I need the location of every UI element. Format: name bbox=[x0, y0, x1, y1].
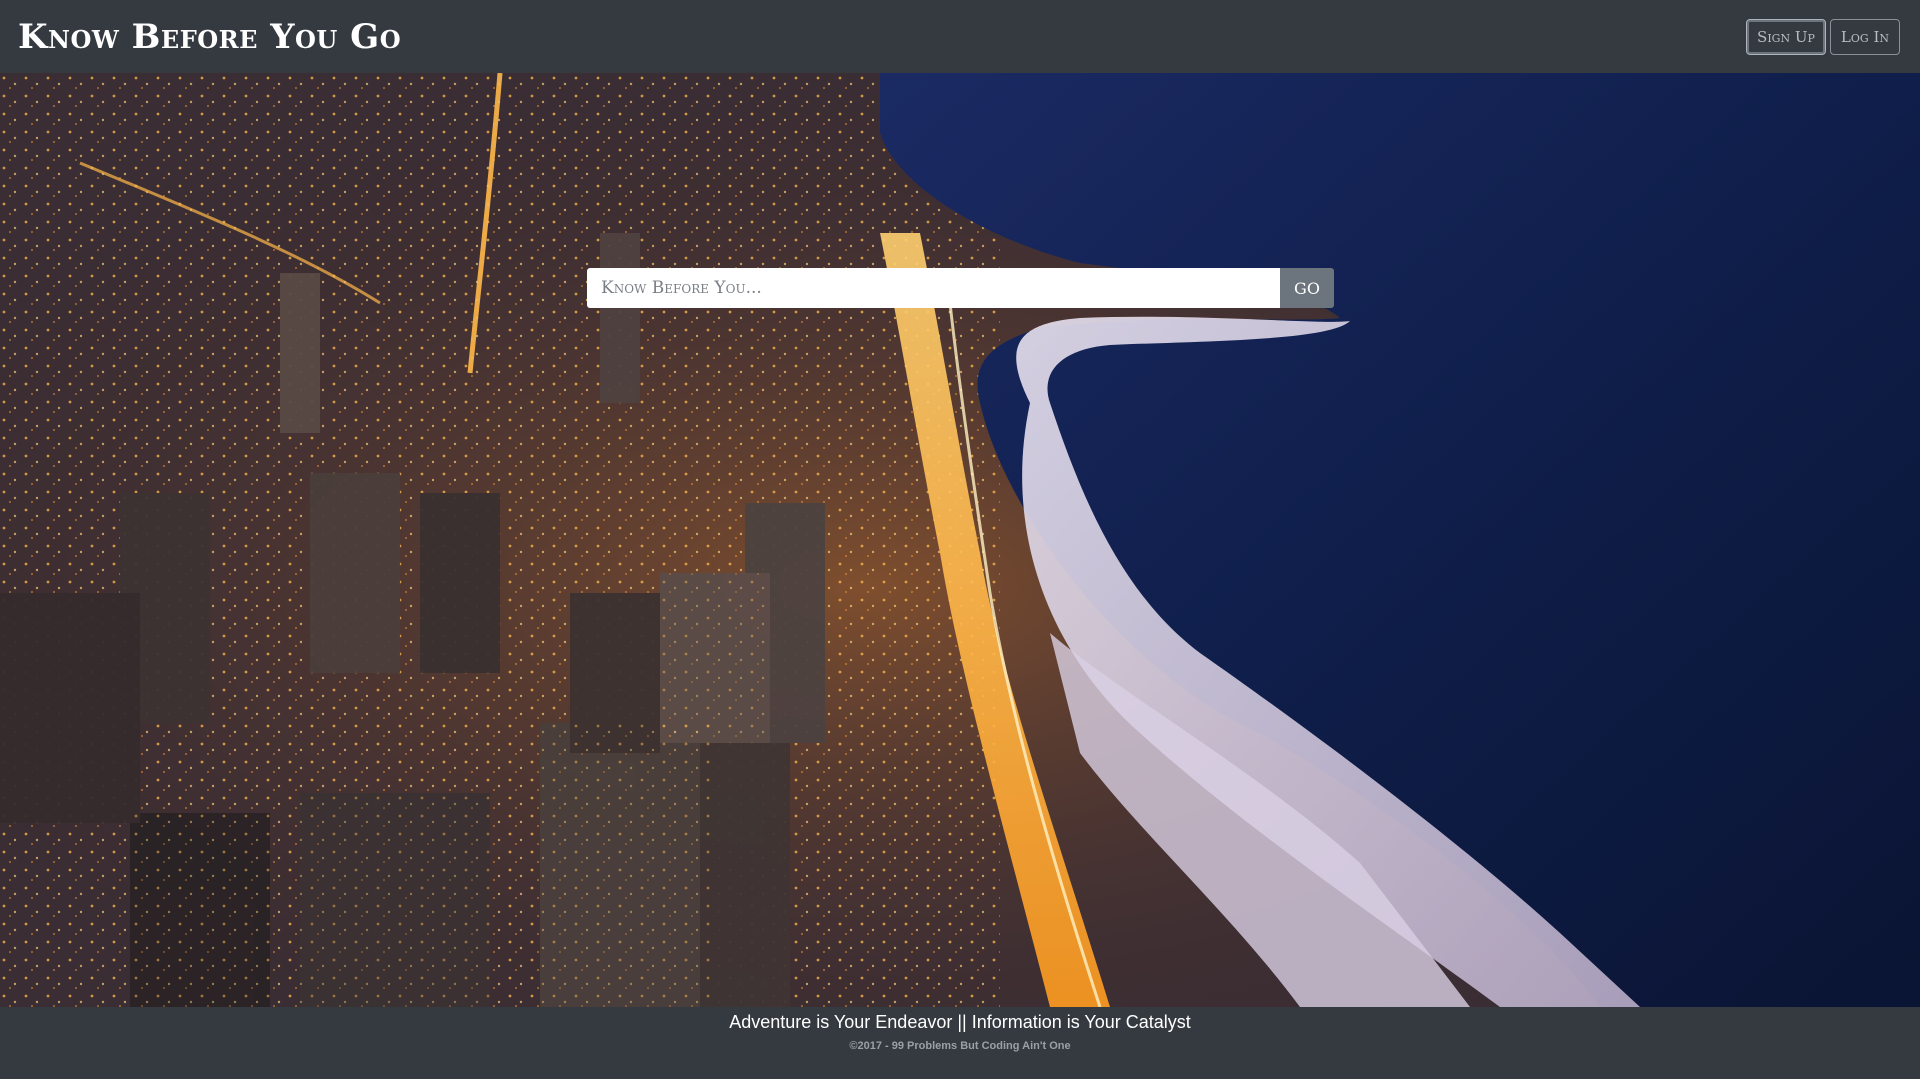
search-bar: GO bbox=[587, 268, 1334, 308]
top-navbar: Know Before You Go Sign Up Log In bbox=[0, 0, 1920, 73]
auth-buttons: Sign Up Log In bbox=[1746, 18, 1900, 55]
footer-tagline: Adventure is Your Endeavor || Informatio… bbox=[729, 1012, 1191, 1032]
sign-up-button[interactable]: Sign Up bbox=[1746, 18, 1826, 55]
go-button[interactable]: GO bbox=[1280, 268, 1334, 308]
brand-title[interactable]: Know Before You Go bbox=[18, 20, 401, 54]
footer-copyright: ©2017 - 99 Problems But Coding Ain't One bbox=[849, 1040, 1071, 1052]
hero-background-image: GO bbox=[0, 73, 1920, 1007]
search-input[interactable] bbox=[587, 268, 1280, 308]
city-skyline-lakefront-photo bbox=[0, 73, 1920, 1007]
footer: Adventure is Your Endeavor || Informatio… bbox=[0, 1007, 1920, 1079]
log-in-button[interactable]: Log In bbox=[1829, 18, 1900, 55]
